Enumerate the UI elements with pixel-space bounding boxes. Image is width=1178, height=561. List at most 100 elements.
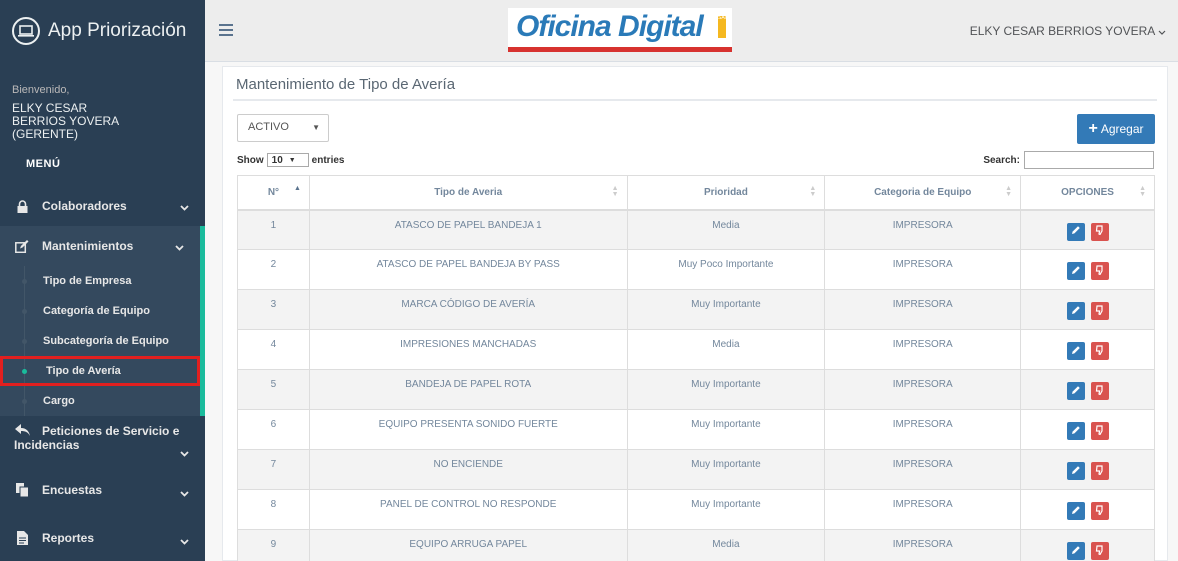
cell-tipo-averia: MARCA CÓDIGO DE AVERÍA	[308, 289, 628, 330]
entries-select[interactable]: 10 ▼	[266, 153, 309, 167]
thumbs-down-button[interactable]	[1090, 342, 1109, 360]
cell-prioridad: Muy Importante	[626, 369, 826, 410]
row-actions	[1021, 339, 1154, 360]
cell-categoria: IMPRESORA	[824, 369, 1022, 410]
cell-categoria: IMPRESORA	[824, 529, 1022, 561]
profile: Bienvenido, ELKY CESAR BERRIOS YOVERA (G…	[0, 62, 205, 141]
thumbs-down-button[interactable]	[1090, 542, 1109, 560]
search-label: Search:	[983, 154, 1020, 166]
bullet-icon	[22, 279, 27, 284]
cell-opciones	[1020, 289, 1155, 330]
bullet-icon	[22, 369, 27, 374]
sidebar-item-reportes[interactable]: Reportes	[0, 514, 205, 561]
edit-button[interactable]	[1066, 302, 1085, 320]
sidebar-item-label: Tipo de Empresa	[43, 275, 132, 287]
edit-button[interactable]	[1066, 462, 1085, 480]
table-row: 4 IMPRESIONES MANCHADAS Media IMPRESORA	[237, 329, 1155, 370]
menu-toggle-icon[interactable]	[219, 24, 233, 39]
cell-categoria: IMPRESORA	[824, 329, 1022, 370]
cell-prioridad: Media	[626, 329, 826, 370]
sidebar-item-label: Encuestas	[42, 483, 103, 497]
edit-button[interactable]	[1066, 262, 1085, 280]
row-actions	[1021, 499, 1154, 520]
thumbs-down-button[interactable]	[1090, 222, 1109, 241]
cell-tipo-averia: EQUIPO PRESENTA SONIDO FUERTE	[308, 409, 628, 450]
reply-icon	[14, 424, 30, 436]
chevron-down-icon	[1158, 24, 1166, 38]
thumbs-down-button[interactable]	[1090, 462, 1109, 480]
pencil-icon	[1071, 345, 1081, 358]
edit-button[interactable]	[1066, 222, 1085, 241]
column-header-label: Categoria de Equipo	[874, 186, 972, 198]
cell-categoria: IMPRESORA	[824, 249, 1022, 290]
table-header-row: N° ▲ Tipo de Averia ▲ ▼ Prioridad ▲ ▼ Categor…	[237, 175, 1155, 211]
cell-tipo-averia: ATASCO DE PAPEL BANDEJA 1	[308, 209, 628, 250]
cell-tipo-averia: BANDEJA DE PAPEL ROTA	[308, 369, 628, 410]
edit-button[interactable]	[1066, 382, 1085, 400]
column-header-label: Tipo de Averia	[434, 186, 503, 198]
thumbs-down-button[interactable]	[1090, 422, 1109, 440]
column-header-categoria[interactable]: Categoria de Equipo ▲ ▼	[824, 175, 1022, 211]
table-row: 1 ATASCO DE PAPEL BANDEJA 1 Media IMPRESORA	[237, 209, 1155, 250]
cell-prioridad: Media	[626, 209, 826, 250]
sidebar-item-label: Mantenimientos	[42, 239, 134, 253]
table-row: 2 ATASCO DE PAPEL BANDEJA BY PASS Muy Poco…	[237, 249, 1155, 290]
cell-opciones	[1020, 249, 1155, 290]
edit-button[interactable]	[1066, 502, 1085, 520]
edit-icon	[14, 239, 30, 253]
lock-icon	[14, 199, 30, 213]
status-select[interactable]: ACTIVO ▼	[237, 114, 329, 142]
column-header-prioridad[interactable]: Prioridad ▲ ▼	[626, 175, 826, 211]
thumbs-down-icon	[1095, 464, 1105, 478]
edit-button[interactable]	[1066, 422, 1085, 440]
row-actions	[1021, 259, 1154, 280]
sidebar-item-label-line2: Incidencias	[14, 438, 80, 452]
table-row: 3 MARCA CÓDIGO DE AVERÍA Muy Importante IMP…	[237, 289, 1155, 330]
sidebar-item-cargo[interactable]: Cargo	[0, 386, 200, 416]
column-header-tipo[interactable]: Tipo de Averia ▲ ▼	[308, 175, 628, 211]
entries-select-value: 10	[271, 154, 283, 166]
cell-number: 4	[237, 329, 310, 370]
edit-button[interactable]	[1066, 542, 1085, 560]
logo-sac: SAC	[718, 16, 728, 38]
sidebar-item-colaboradores[interactable]: Colaboradores	[0, 186, 205, 226]
add-button[interactable]: + Agregar	[1077, 114, 1155, 144]
pencil-icon	[1071, 505, 1081, 518]
chevron-down-icon	[180, 200, 189, 214]
thumbs-down-button[interactable]	[1090, 302, 1109, 320]
cell-number: 3	[237, 289, 310, 330]
column-header-number[interactable]: N° ▲	[237, 175, 310, 211]
thumbs-down-button[interactable]	[1090, 502, 1109, 520]
search-input[interactable]	[1024, 151, 1154, 169]
laptop-icon	[12, 17, 40, 45]
column-header-opciones[interactable]: OPCIONES ▲ ▼	[1020, 175, 1155, 211]
column-header-label: Prioridad	[703, 186, 748, 198]
thumbs-down-button[interactable]	[1090, 382, 1109, 400]
pencil-icon	[1071, 465, 1081, 478]
user-menu[interactable]: ELKY CESAR BERRIOS YOVERA	[970, 24, 1166, 38]
entries-length-control: Show 10 ▼ entries	[237, 153, 344, 167]
table-search: Search:	[983, 151, 1154, 169]
cell-opciones	[1020, 329, 1155, 370]
sidebar-item-label: Subcategoría de Equipo	[43, 335, 169, 347]
thumbs-down-button[interactable]	[1090, 262, 1109, 280]
sidebar-item-encuestas[interactable]: Encuestas	[0, 466, 205, 514]
cell-number: 1	[237, 209, 310, 250]
sidebar-item-subcategoria-equipo[interactable]: Subcategoría de Equipo	[0, 326, 200, 356]
cell-tipo-averia: PANEL DE CONTROL NO RESPONDE	[308, 489, 628, 530]
sidebar-group-mantenimientos: Mantenimientos Tipo de Empresa Categoría…	[0, 226, 205, 416]
sidebar-item-peticiones[interactable]: Peticiones de Servicio e Incidencias	[0, 416, 205, 466]
sidebar-item-tipo-averia[interactable]: Tipo de Avería	[0, 356, 200, 386]
sidebar-item-mantenimientos[interactable]: Mantenimientos	[0, 226, 200, 266]
chevron-down-icon	[180, 446, 189, 460]
sidebar-item-label: Tipo de Avería	[46, 365, 121, 377]
chevron-down-icon	[180, 534, 189, 548]
sort-icon: ▲ ▼	[1005, 185, 1013, 198]
thumbs-down-icon	[1095, 344, 1105, 358]
file-icon	[14, 531, 30, 545]
cell-categoria: IMPRESORA	[824, 449, 1022, 490]
sidebar-item-categoria-equipo[interactable]: Categoría de Equipo	[0, 296, 200, 326]
sidebar-item-tipo-empresa[interactable]: Tipo de Empresa	[0, 266, 200, 296]
brand[interactable]: App Priorización	[0, 0, 205, 62]
edit-button[interactable]	[1066, 342, 1085, 360]
